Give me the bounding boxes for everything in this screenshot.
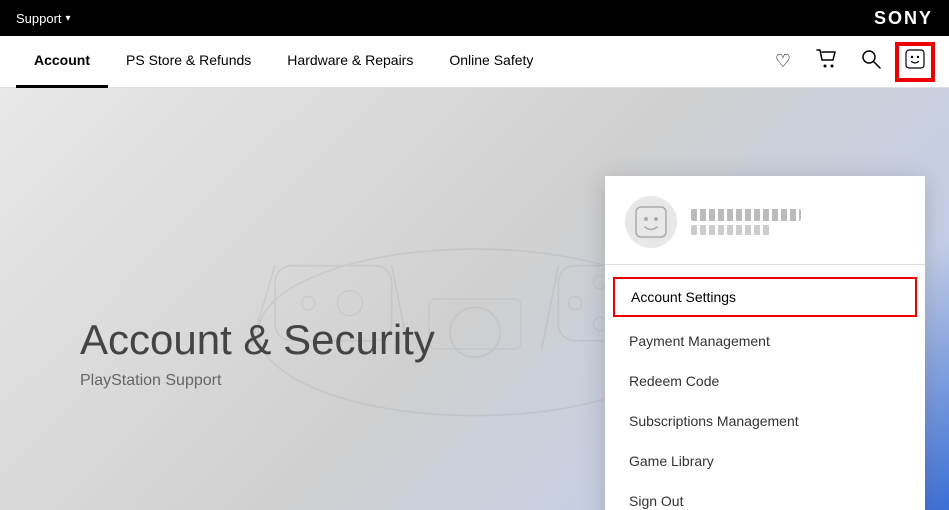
dropdown-item-sign-out[interactable]: Sign Out xyxy=(605,481,925,510)
search-button[interactable] xyxy=(853,44,889,80)
hero-text-block: Account & Security PlayStation Support xyxy=(80,316,435,390)
support-link[interactable]: Support ▾ xyxy=(16,11,71,26)
user-email xyxy=(691,225,771,235)
user-info xyxy=(691,209,801,235)
dropdown-item-payment-management[interactable]: Payment Management xyxy=(605,321,925,361)
nav-item-online-safety[interactable]: Online Safety xyxy=(431,36,551,88)
wishlist-button[interactable]: ♡ xyxy=(765,44,801,80)
avatar xyxy=(625,196,677,248)
hero-subtitle: PlayStation Support xyxy=(80,372,435,390)
user-display-name xyxy=(691,209,801,221)
cart-icon xyxy=(816,49,838,74)
dropdown-item-subscriptions-management[interactable]: Subscriptions Management xyxy=(605,401,925,441)
dropdown-item-redeem-code[interactable]: Redeem Code xyxy=(605,361,925,401)
dropdown-header xyxy=(605,196,925,265)
top-bar: Support ▾ SONY xyxy=(0,0,949,36)
user-account-button[interactable] xyxy=(897,44,933,80)
nav-item-ps-store[interactable]: PS Store & Refunds xyxy=(108,36,269,88)
dropdown-item-account-settings[interactable]: Account Settings xyxy=(613,277,917,317)
nav-items: Account PS Store & Refunds Hardware & Re… xyxy=(16,36,551,88)
hero-section: Account & Security PlayStation Support A… xyxy=(0,88,949,510)
top-bar-right: SONY xyxy=(874,8,933,29)
dropdown-item-game-library[interactable]: Game Library xyxy=(605,441,925,481)
user-dropdown: Account Settings Payment Management Rede… xyxy=(605,176,925,510)
nav-right-icons: ♡ xyxy=(765,44,933,80)
nav-item-account[interactable]: Account xyxy=(16,36,108,88)
sony-logo: SONY xyxy=(874,8,933,29)
hero-title: Account & Security xyxy=(80,316,435,364)
nav-item-hardware[interactable]: Hardware & Repairs xyxy=(269,36,431,88)
dropdown-menu: Account Settings Payment Management Rede… xyxy=(605,265,925,510)
top-bar-left: Support ▾ xyxy=(16,11,71,26)
support-label: Support xyxy=(16,11,62,26)
heart-icon: ♡ xyxy=(775,51,791,72)
user-smiley-icon xyxy=(905,49,925,74)
chevron-down-icon: ▾ xyxy=(66,13,71,24)
nav-bar: Account PS Store & Refunds Hardware & Re… xyxy=(0,36,949,88)
cart-button[interactable] xyxy=(809,44,845,80)
search-icon xyxy=(861,49,881,74)
